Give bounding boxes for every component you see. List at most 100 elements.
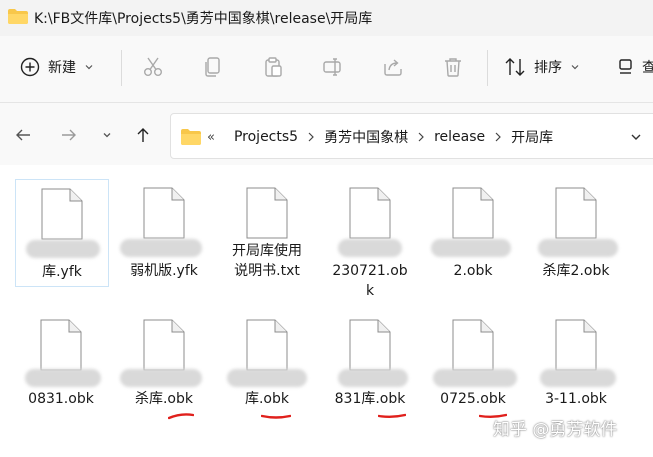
file-item[interactable]: 开局库使用说明书.txt (221, 179, 313, 285)
document-icon (41, 188, 83, 240)
sort-button[interactable]: 排序 (504, 50, 584, 84)
file-item[interactable]: 库.yfk (15, 179, 109, 287)
file-item[interactable]: 弱机版.yfk (118, 179, 210, 285)
file-item[interactable]: 杀库.obk (118, 311, 210, 420)
share-icon (384, 59, 402, 76)
file-item[interactable]: 3-11.obk (530, 311, 622, 411)
file-item[interactable]: 2.obk (427, 179, 519, 285)
toolbar-divider (121, 50, 122, 86)
watermark: 知乎 @勇芳软件 (493, 420, 618, 440)
file-item[interactable]: 0725.obk (427, 311, 519, 418)
back-button[interactable] (11, 123, 35, 147)
file-item[interactable]: 杀库2.obk (530, 179, 622, 285)
new-button-label: 新建 (48, 60, 76, 76)
chevron-down-icon (103, 133, 111, 138)
delete-icon (445, 58, 461, 77)
address-bar[interactable]: « Projects5 勇芳中国象棋 release 开局库 (170, 113, 653, 159)
new-button[interactable]: 新建 (20, 50, 104, 84)
window-title: K:\FB文件库\Projects5\勇芳中国象棋\release\开局库 (34, 11, 373, 27)
view-button[interactable]: 查 (618, 50, 653, 84)
recent-locations-button[interactable] (95, 123, 119, 147)
red-underline-mark (378, 413, 406, 418)
rename-button[interactable] (318, 50, 348, 84)
file-name: 0831.obk (28, 391, 94, 407)
chevron-down-icon (85, 65, 93, 70)
file-name: 3-11.obk (545, 391, 607, 407)
redacted-text (227, 369, 307, 387)
toolbar-divider (487, 50, 488, 86)
document-icon (40, 319, 82, 371)
chevron-down-icon (571, 65, 579, 70)
file-name: 831库.obk (334, 391, 406, 407)
breadcrumb-opening-book[interactable]: 开局库 (511, 127, 553, 147)
back-arrow-icon (16, 129, 30, 141)
cut-icon (144, 57, 162, 76)
redacted-text (538, 239, 618, 257)
up-arrow-icon (137, 128, 149, 142)
breadcrumb-chinese-chess[interactable]: 勇芳中国象棋 (324, 127, 408, 147)
document-icon (452, 187, 494, 239)
file-name: 0725.obk (440, 391, 506, 407)
cut-button[interactable] (138, 50, 168, 84)
title-bar: K:\FB文件库\Projects5\勇芳中国象棋\release\开局库 (0, 0, 653, 36)
redacted-text (120, 239, 202, 257)
file-name: 2.obk (453, 263, 493, 279)
up-button[interactable] (131, 123, 155, 147)
plus-circle-icon (20, 57, 40, 77)
file-name: 杀库2.obk (542, 263, 610, 279)
redacted-text (120, 369, 202, 387)
copy-button[interactable] (198, 50, 228, 84)
redacted-text (338, 239, 402, 257)
share-button[interactable] (378, 50, 408, 84)
redacted-text (338, 369, 408, 387)
file-item[interactable]: 831库.obk (324, 311, 416, 418)
file-name: 库.obk (244, 391, 289, 407)
document-icon (143, 187, 185, 239)
breadcrumb: « Projects5 勇芳中国象棋 release 开局库 (207, 127, 553, 147)
breadcrumb-projects5[interactable]: Projects5 (234, 129, 298, 145)
folder-icon (181, 129, 201, 145)
file-list: 库.yfk 弱机版.yfk 开局库使用说明书.txt 230721.obk 2.… (0, 165, 653, 457)
file-name: 库.yfk (42, 264, 82, 280)
redacted-text (431, 239, 511, 257)
chevron-down-icon[interactable] (629, 130, 643, 144)
folder-icon (8, 9, 28, 24)
file-item[interactable]: 0831.obk (15, 311, 107, 411)
redacted-text (26, 240, 100, 258)
document-icon (555, 319, 597, 371)
view-icon (619, 59, 632, 74)
chevron-right-icon (495, 132, 501, 142)
redacted-text (25, 369, 101, 387)
forward-button[interactable] (57, 123, 81, 147)
navigation-bar: « Projects5 勇芳中国象棋 release 开局库 (0, 103, 653, 165)
red-underline-mark (261, 414, 291, 419)
view-button-label: 查 (642, 60, 653, 76)
redacted-text (433, 369, 517, 387)
sort-button-label: 排序 (534, 60, 562, 76)
redacted-text (540, 369, 616, 387)
file-name: 230721.obk (332, 263, 408, 299)
document-icon (555, 187, 597, 239)
file-name: 开局库使用说明书.txt (232, 243, 302, 279)
paste-icon (265, 57, 282, 77)
document-icon (349, 319, 391, 371)
chevron-right-icon (418, 132, 424, 142)
document-icon (349, 187, 391, 239)
breadcrumb-release[interactable]: release (434, 129, 485, 145)
forward-arrow-icon (62, 129, 76, 141)
red-underline-mark (168, 413, 194, 420)
file-name: 弱机版.yfk (130, 263, 198, 279)
chevron-right-icon (308, 132, 314, 142)
rename-icon (323, 58, 341, 76)
delete-button[interactable] (438, 50, 468, 84)
document-icon (452, 319, 494, 371)
command-bar: 新建 排序 查 (0, 36, 653, 103)
breadcrumb-overflow[interactable]: « (207, 130, 215, 145)
document-icon (246, 319, 288, 371)
file-item[interactable]: 230721.obk (324, 179, 416, 299)
paste-button[interactable] (258, 50, 288, 84)
file-item[interactable]: 库.obk (221, 311, 313, 419)
copy-icon (205, 57, 220, 77)
document-icon (143, 319, 185, 371)
sort-icon (505, 58, 525, 76)
